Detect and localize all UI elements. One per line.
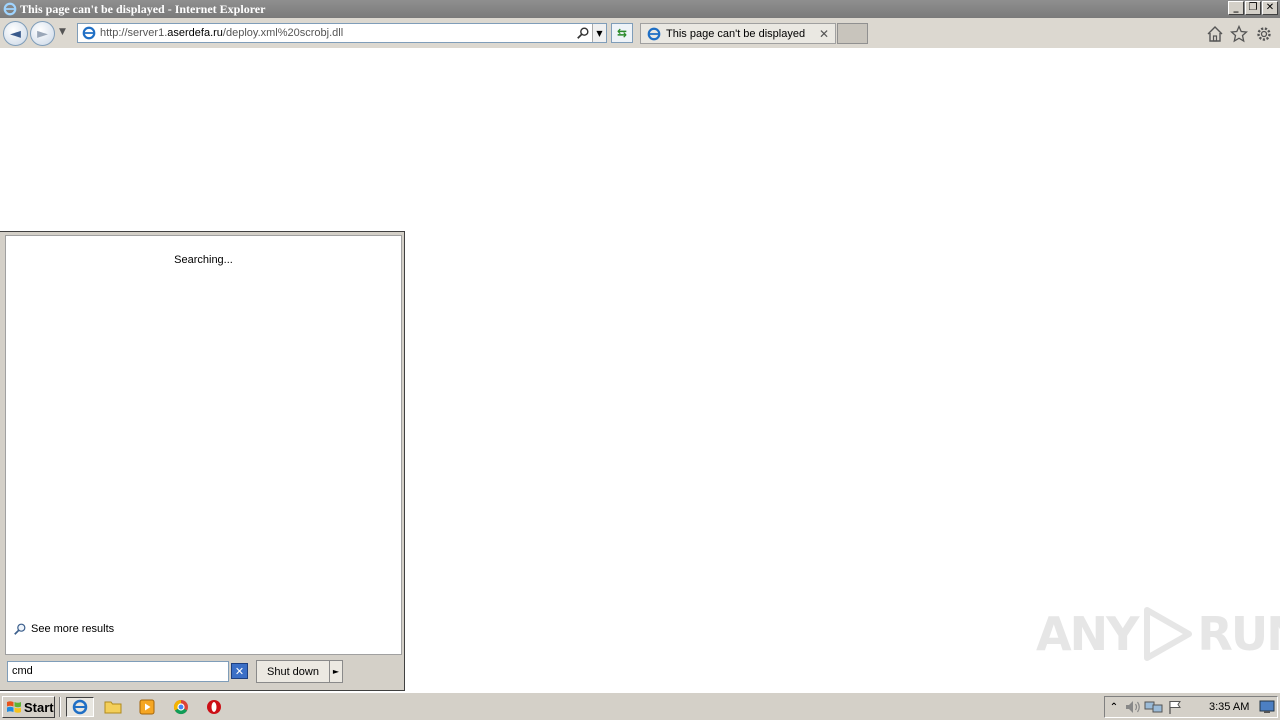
taskbar-chrome[interactable] [170, 697, 192, 717]
ie-icon [72, 699, 88, 715]
new-tab-button[interactable] [837, 23, 868, 44]
search-results-pane: Searching... See more results [5, 235, 402, 655]
start-menu: Searching... See more results cmd ✕ Shut… [0, 231, 405, 691]
window-title: This page can't be displayed - Internet … [20, 1, 266, 16]
system-tray: ⌃ 3:35 AM [1104, 696, 1278, 718]
home-icon[interactable] [1206, 25, 1224, 43]
ie-icon [82, 26, 96, 40]
tab-active[interactable]: This page can't be displayed ✕ [640, 23, 836, 44]
refresh-button[interactable]: ⇆ [611, 23, 633, 43]
taskbar-internet-explorer[interactable] [66, 697, 94, 717]
taskbar-opera[interactable] [203, 697, 225, 717]
navigation-bar: ◄ ► ▼ http://server1.aserdefa.ru/deploy.… [0, 18, 1280, 48]
ie-icon [647, 27, 661, 40]
start-label: Start [24, 699, 54, 715]
play-logo-icon [1144, 607, 1193, 661]
show-hidden-icons-button[interactable]: ⌃ [1105, 702, 1123, 713]
window-title-bar[interactable]: This page can't be displayed - Internet … [0, 0, 1280, 18]
url-suffix: /deploy.xml%20scrobj.dll [222, 27, 344, 39]
back-button[interactable]: ◄ [3, 21, 28, 46]
windows-flag-icon [7, 701, 21, 713]
action-center-flag-icon[interactable] [1165, 699, 1185, 715]
address-dropdown-button[interactable]: ▼ [592, 24, 606, 42]
opera-icon [207, 700, 221, 714]
folder-icon [104, 701, 122, 714]
url-prefix: http://server1. [100, 27, 168, 39]
recent-pages-dropdown[interactable]: ▼ [59, 27, 66, 37]
watermark-text-right: RUN [1197, 607, 1280, 661]
media-player-icon [139, 699, 155, 715]
anyrun-watermark: ANY RUN [1036, 604, 1280, 664]
see-more-results-label: See more results [31, 623, 115, 635]
shut-down-button[interactable]: Shut down [256, 660, 330, 683]
taskbar-media-player[interactable] [136, 697, 158, 717]
star-icon[interactable] [1230, 25, 1248, 43]
start-button[interactable]: Start [2, 696, 55, 718]
gear-icon[interactable] [1255, 25, 1273, 43]
search-icon[interactable] [576, 26, 590, 40]
tab-close-button[interactable]: ✕ [817, 27, 831, 41]
see-more-results-link[interactable]: See more results [13, 622, 114, 636]
ie-icon [3, 2, 17, 16]
taskbar-separator [59, 697, 61, 717]
start-menu-bottom-bar: cmd ✕ Shut down ► [0, 657, 403, 690]
searching-status: Searching... [174, 254, 233, 266]
watermark-text-left: ANY [1036, 607, 1139, 661]
clear-search-button[interactable]: ✕ [231, 663, 248, 679]
window-controls: _ ❐ ✕ [1228, 1, 1278, 15]
restore-button[interactable]: ❐ [1245, 1, 1261, 15]
search-icon [14, 623, 26, 635]
network-icon[interactable] [1143, 699, 1165, 715]
address-bar[interactable]: http://server1.aserdefa.ru/deploy.xml%20… [77, 23, 607, 43]
forward-button[interactable]: ► [30, 21, 55, 46]
close-button[interactable]: ✕ [1262, 1, 1278, 15]
clock[interactable]: 3:35 AM [1209, 701, 1249, 713]
taskbar: Start ⌃ 3:35 AM [0, 692, 1280, 720]
show-desktop-icon[interactable] [1259, 700, 1275, 714]
url-text[interactable]: http://server1.aserdefa.ru/deploy.xml%20… [100, 27, 576, 39]
minimize-button[interactable]: _ [1228, 1, 1244, 15]
start-search-input[interactable]: cmd [7, 661, 229, 682]
shut-down-options-button[interactable]: ► [329, 660, 343, 683]
tab-label: This page can't be displayed [666, 27, 806, 40]
url-domain: aserdefa.ru [167, 27, 223, 39]
speaker-icon[interactable] [1123, 699, 1143, 715]
taskbar-explorer[interactable] [102, 697, 124, 717]
chrome-icon [173, 699, 188, 715]
